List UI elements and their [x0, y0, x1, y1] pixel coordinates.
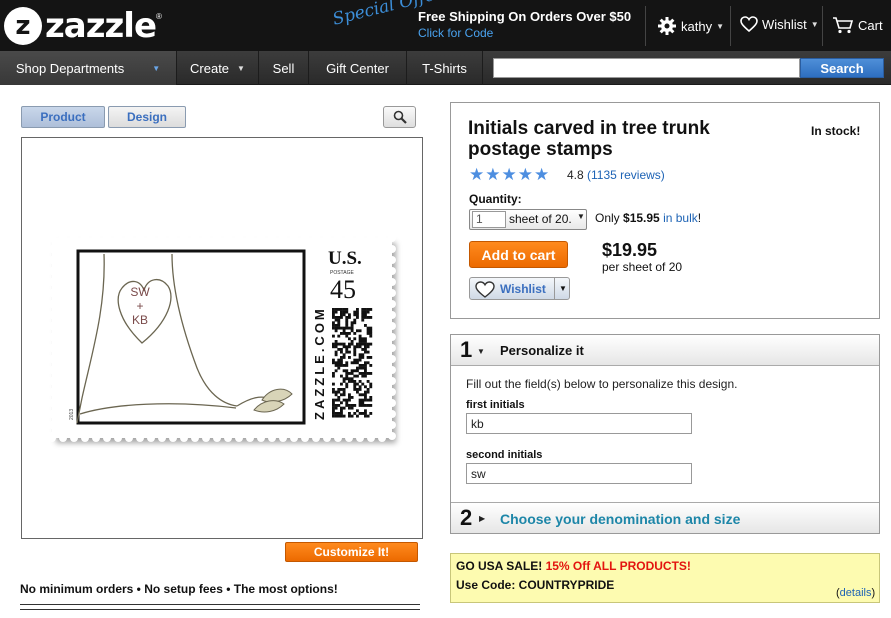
account-menu[interactable]: kathy ▼: [657, 16, 724, 36]
quantity-unit: sheet of 20.: [509, 212, 572, 226]
chevron-down-icon: ▼: [152, 63, 161, 73]
logo-text: zazzle: [45, 6, 157, 46]
details-link[interactable]: details: [840, 587, 872, 599]
paren-close: ): [871, 587, 876, 599]
star-icon: ★: [469, 165, 485, 184]
price: $19.95: [602, 240, 658, 260]
nav-t-shirts[interactable]: T-Shirts: [407, 51, 483, 85]
sale-headline: GO USA SALE! 15% Off ALL PRODUCTS!: [456, 559, 691, 573]
star-icon: ★: [534, 165, 550, 184]
tab-product[interactable]: Product: [21, 106, 105, 128]
trademark-mark: ®: [156, 12, 162, 21]
qr-code: [332, 308, 373, 418]
bulk-suffix: !: [697, 211, 702, 225]
chevron-down-icon: ▼: [716, 21, 724, 31]
field2-label: second initials: [466, 449, 543, 461]
promo-title[interactable]: Free Shipping On Orders Over $50: [418, 9, 631, 24]
step2-title[interactable]: Choose your denomination and size: [500, 511, 740, 527]
add-to-cart-button[interactable]: Add to cart: [469, 241, 568, 268]
bulk-prefix: Only: [595, 211, 624, 225]
divider: [645, 6, 646, 46]
nav-label: Sell: [272, 60, 295, 76]
stamp-vertical-brand: ZAZZLE.COM: [312, 306, 327, 420]
star-icon: ★: [517, 165, 533, 184]
divider: [822, 6, 823, 46]
sale-details: (details): [836, 587, 875, 599]
price-unit: per sheet of 20: [602, 260, 683, 274]
cart-label: Cart: [858, 17, 883, 33]
cart-icon: [833, 17, 854, 34]
divider: [554, 278, 555, 299]
zoom-button[interactable]: [383, 106, 416, 128]
star-icon: ★: [501, 165, 517, 184]
heart-initials-1: SW: [130, 285, 150, 299]
nav-label: Create: [190, 60, 230, 76]
stamp-country: U.S.: [328, 248, 362, 269]
sale-code: Use Code: COUNTRYPRIDE: [456, 578, 615, 592]
top-bar: z zazzle ® Special Offer! Free Shipping …: [0, 0, 891, 51]
step1-title: Personalize it: [500, 343, 584, 358]
chevron-down-icon: ▼: [477, 347, 485, 356]
cart-link[interactable]: Cart: [832, 16, 883, 34]
product-preview[interactable]: U.S. POSTAGE 45 ZAZZLE.COM 2013 SW + KB: [21, 137, 423, 539]
heart-plus: +: [136, 299, 143, 313]
magnifier-icon: [393, 110, 407, 124]
logo-mark-icon: z: [4, 7, 42, 45]
chevron-down-icon: ▼: [810, 19, 819, 29]
rating-stars[interactable]: ★ ★ ★ ★ ★: [469, 166, 549, 183]
chevron-down-icon: ▼: [237, 63, 245, 73]
zazzle-logo[interactable]: z zazzle ®: [4, 6, 162, 46]
star-icon: ★: [485, 165, 501, 184]
step1-number: 1: [460, 337, 473, 362]
step2-number: 2: [460, 505, 473, 530]
user-name: kathy: [681, 18, 713, 34]
search-input[interactable]: [493, 58, 800, 78]
chevron-right-icon: ▶: [479, 514, 486, 523]
reviews-link[interactable]: (1135 reviews): [587, 168, 665, 182]
rating-value: 4.8: [567, 168, 584, 182]
divider: [20, 604, 420, 605]
heart-icon: [740, 16, 758, 32]
nav-sell[interactable]: Sell: [259, 51, 309, 85]
second-initials-input[interactable]: sw: [466, 463, 692, 484]
bulk-price: $15.95: [623, 211, 660, 225]
first-initials-input[interactable]: kb: [466, 413, 692, 434]
gear-icon: [658, 17, 676, 35]
promo-link[interactable]: Click for Code: [418, 26, 493, 40]
search-button[interactable]: Search: [800, 58, 884, 78]
stamp-year: 2013: [69, 409, 75, 420]
wishlist-menu[interactable]: Wishlist ▼: [740, 16, 819, 32]
divider: [20, 609, 420, 610]
wishlist-label: Wishlist: [762, 16, 807, 32]
bulk-offer: Only $15.95 in bulk!: [595, 211, 701, 225]
nav-shop-departments[interactable]: Shop Departments ▼: [0, 51, 177, 85]
nav-label: Shop Departments: [15, 60, 125, 76]
customize-button[interactable]: Customize It!: [285, 542, 418, 562]
stamp-denomination: 45: [330, 275, 356, 304]
wishlist-button-label: Wishlist: [500, 282, 546, 296]
sale-highlight: 15% Off ALL PRODUCTS!: [545, 559, 691, 573]
tagline: No minimum orders • No setup fees • The …: [20, 582, 338, 596]
personalize-description: Fill out the field(s) below to personali…: [466, 377, 738, 391]
nav-label: Gift Center: [326, 60, 389, 76]
heart-icon: [475, 281, 495, 298]
chevron-down-icon: ▼: [577, 212, 585, 221]
tab-design[interactable]: Design: [108, 106, 186, 128]
nav-create[interactable]: Create ▼: [177, 51, 259, 85]
stamp-image: U.S. POSTAGE 45 ZAZZLE.COM 2013 SW + KB: [48, 234, 396, 442]
sale-prefix: GO USA SALE!: [456, 559, 546, 573]
heart-initials-2: KB: [132, 313, 148, 327]
field1-label: first initials: [466, 399, 525, 411]
product-title: Initials carved in tree trunk postage st…: [468, 118, 710, 160]
bulk-link[interactable]: in bulk: [663, 211, 698, 225]
quantity-input[interactable]: 1: [472, 211, 506, 228]
nav-gift-center[interactable]: Gift Center: [309, 51, 407, 85]
wishlist-button[interactable]: Wishlist ▼: [469, 277, 570, 300]
divider: [730, 6, 731, 46]
nav-label: T-Shirts: [422, 60, 467, 76]
chevron-down-icon[interactable]: ▼: [559, 284, 567, 293]
stock-status: In stock!: [811, 124, 861, 138]
quantity-label: Quantity:: [469, 192, 522, 206]
